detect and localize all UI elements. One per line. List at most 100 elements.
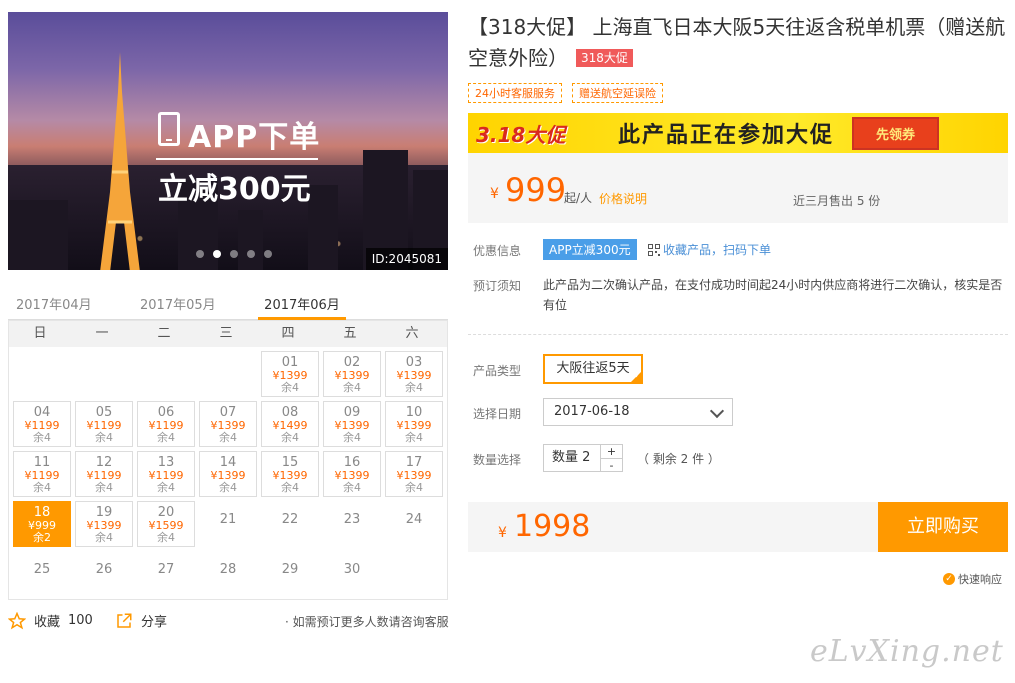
carousel-dot-active[interactable]: [213, 250, 221, 258]
favorite-button[interactable]: 收藏 100: [8, 611, 93, 630]
calendar-day: 30: [323, 551, 381, 597]
day-stock: 余4: [95, 531, 113, 544]
type-label: 产品类型: [473, 364, 522, 378]
calendar-day[interactable]: 20 ¥1599 余4: [137, 501, 195, 547]
selected-check-icon: ✓: [630, 371, 642, 383]
date-select[interactable]: 2017-06-18: [543, 398, 733, 426]
promo-badge: 318大促: [576, 49, 633, 67]
calendar-day[interactable]: 03 ¥1399 余4: [385, 351, 443, 397]
day-number: 24: [405, 512, 423, 527]
calendar-day[interactable]: 12 ¥1199 余4: [75, 451, 133, 497]
booking-notice: 此产品为二次确认产品，在支付成功时间起24小时内供应商将进行二次确认，核实是否有…: [543, 278, 1003, 312]
share-button[interactable]: 分享: [115, 611, 167, 630]
calendar-day[interactable]: 17 ¥1399 余4: [385, 451, 443, 497]
phone-icon: [158, 112, 180, 146]
day-number: 16: [343, 455, 361, 470]
carousel-dot[interactable]: [264, 250, 272, 258]
day-number: 17: [405, 455, 423, 470]
calendar-day[interactable]: 14 ¥1399 余4: [199, 451, 257, 497]
weekday-label: 四: [281, 326, 295, 341]
buy-now-button[interactable]: 立即购买: [878, 502, 1008, 552]
day-number: 28: [219, 562, 237, 577]
day-number: 02: [343, 355, 361, 370]
total-amount: 1998: [514, 509, 591, 544]
calendar-day[interactable]: 04 ¥1199 余4: [13, 401, 71, 447]
product-title-text: 【318大促】 上海直飞日本大阪5天往返含税单机票（赠送航空意外险）: [468, 15, 1006, 70]
day-number: 26: [95, 562, 113, 577]
favorite-label: 收藏: [34, 615, 61, 630]
consult-link[interactable]: · 如需预订更多人数请咨询客服: [285, 613, 449, 630]
day-number: 29: [281, 562, 299, 577]
tab-month-06[interactable]: 2017年06月: [258, 294, 346, 320]
calendar-day: 27: [137, 551, 195, 597]
day-stock: 余4: [157, 481, 175, 494]
day-stock: 余4: [95, 481, 113, 494]
promo-line1: APP下单: [188, 120, 321, 155]
day-stock: 余4: [281, 381, 299, 394]
day-stock: 余4: [219, 431, 237, 444]
day-stock: 余4: [281, 481, 299, 494]
calendar-day[interactable]: 11 ¥1199 余4: [13, 451, 71, 497]
qr-order-link[interactable]: 收藏产品，扫码下单: [648, 241, 771, 258]
weekday-header: 日 一 二 三 四 五 六: [9, 321, 447, 347]
calendar-day[interactable]: 01 ¥1399 余4: [261, 351, 319, 397]
quantity-value[interactable]: 数量 2: [544, 445, 600, 471]
price-calendar: 日 一 二 三 四 五 六 01 ¥1399 余4 02 ¥1399 余4 03 ¥1399 余…: [8, 320, 448, 600]
weekday-label: 一: [95, 326, 109, 341]
calendar-day[interactable]: 07 ¥1399 余4: [199, 401, 257, 447]
building: [238, 210, 263, 270]
divider: [468, 334, 1008, 335]
get-coupon-button[interactable]: 先领券: [852, 116, 940, 150]
calendar-day: 23: [323, 501, 381, 547]
quantity-decrease-button[interactable]: -: [601, 458, 622, 472]
day-number: 05: [95, 405, 113, 420]
notice-label: 预订须知: [473, 279, 522, 293]
tab-month-04[interactable]: 2017年04月: [16, 294, 92, 320]
share-label: 分享: [141, 615, 168, 630]
service-tag: 24小时客服服务: [468, 83, 562, 103]
price-box: ¥ 999 起/人 价格说明 近三月售出 5 份: [468, 153, 1008, 223]
banner-promo-text: 此产品正在参加大促: [618, 123, 835, 148]
calendar-day[interactable]: 16 ¥1399 余4: [323, 451, 381, 497]
quantity-label: 数量选择: [473, 453, 522, 467]
calendar-day[interactable]: 19 ¥1399 余4: [75, 501, 133, 547]
quick-response: ✓ 快速响应: [943, 571, 1002, 587]
day-stock: 余4: [405, 481, 423, 494]
quantity-increase-button[interactable]: +: [601, 445, 622, 458]
price-explain-link[interactable]: 价格说明: [599, 190, 647, 207]
day-stock: 余4: [281, 431, 299, 444]
day-number: 21: [219, 512, 237, 527]
carousel-dot[interactable]: [247, 250, 255, 258]
calendar-day[interactable]: 02 ¥1399 余4: [323, 351, 381, 397]
month-tabs: 2017年04月 2017年05月 2017年06月: [8, 290, 448, 320]
day-stock: 余4: [405, 381, 423, 394]
calendar-day[interactable]: 13 ¥1199 余4: [137, 451, 195, 497]
day-stock: 余4: [405, 431, 423, 444]
carousel-dot[interactable]: [230, 250, 238, 258]
weekday-label: 二: [157, 326, 171, 341]
price-value: 999: [505, 171, 567, 209]
calendar-day-selected[interactable]: 18 ¥999 余2: [13, 501, 71, 547]
day-number: 20: [157, 505, 175, 520]
promo-banner[interactable]: 3.18大促 此产品正在参加大促 先领券: [468, 113, 1008, 153]
day-number: 13: [157, 455, 175, 470]
app-discount-badge: APP立减300元: [543, 239, 637, 260]
calendar-day[interactable]: 06 ¥1199 余4: [137, 401, 195, 447]
date-select-value: 2017-06-18: [554, 404, 630, 419]
day-number: 15: [281, 455, 299, 470]
day-number: 30: [343, 562, 361, 577]
product-type-option[interactable]: 大阪往返5天 ✓: [543, 354, 643, 384]
calendar-day[interactable]: 10 ¥1399 余4: [385, 401, 443, 447]
day-number: 25: [33, 562, 51, 577]
tab-month-05[interactable]: 2017年05月: [140, 294, 216, 320]
calendar-day[interactable]: 05 ¥1199 余4: [75, 401, 133, 447]
discount-label: 优惠信息: [473, 244, 522, 258]
calendar-day[interactable]: 15 ¥1399 余4: [261, 451, 319, 497]
day-number: 10: [405, 405, 423, 420]
star-icon: [8, 611, 26, 629]
calendar-day[interactable]: 08 ¥1499 余4: [261, 401, 319, 447]
calendar-day[interactable]: 09 ¥1399 余4: [323, 401, 381, 447]
promo-line2: 立减300元: [158, 172, 311, 207]
product-image-carousel[interactable]: APP下单 立减300元 ID:2045081: [8, 12, 448, 270]
carousel-dot[interactable]: [196, 250, 204, 258]
